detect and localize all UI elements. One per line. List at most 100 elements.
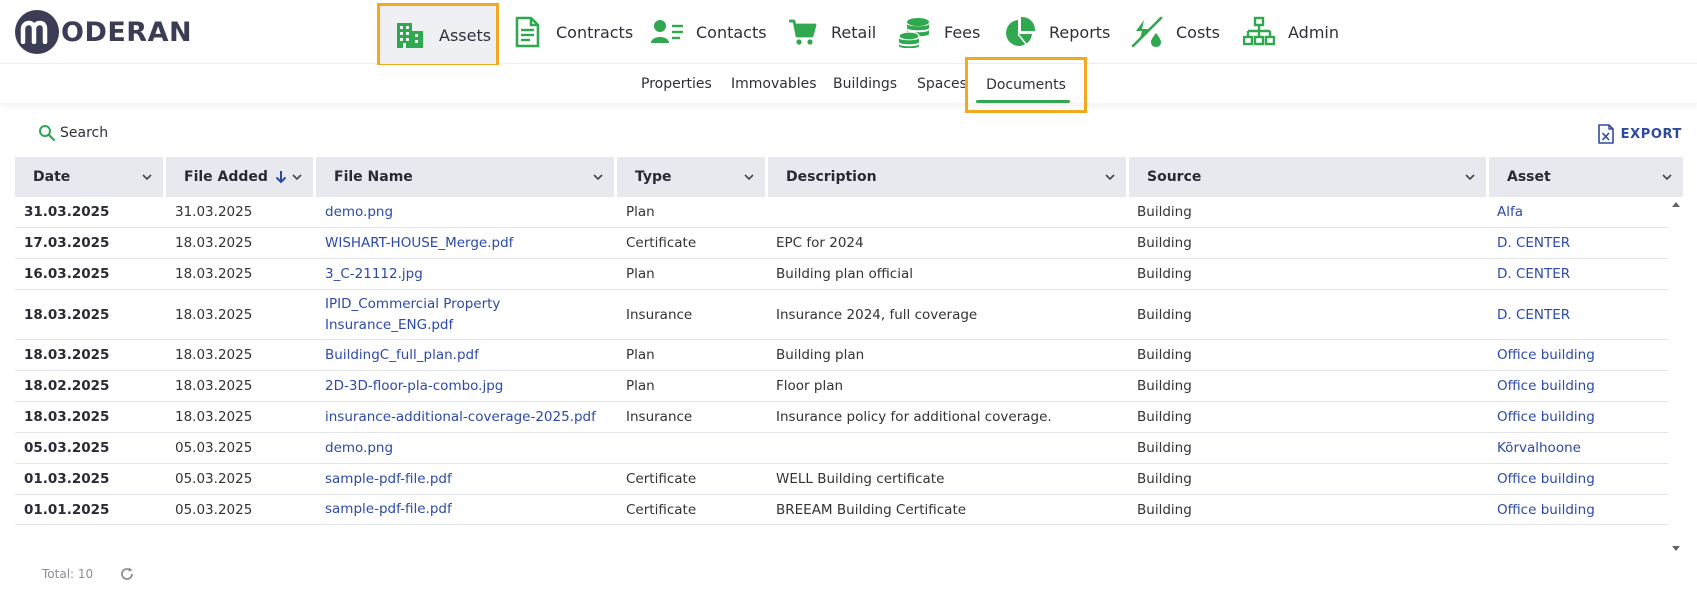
column-header-date[interactable]: Date [15,157,163,197]
chevron-down-icon[interactable] [1464,171,1476,183]
subnav-immovables[interactable]: Immovables [731,65,817,103]
nav-contracts[interactable]: Contracts [510,7,633,57]
column-header-type[interactable]: Type [617,157,765,197]
cell-file-added: 18.03.2025 [175,266,253,282]
cell-file-name[interactable]: BuildingC_full_plan.pdf [325,340,610,370]
column-header-file-name[interactable]: File Name [316,157,614,197]
table-row[interactable]: 16.03.2025 18.03.2025 3_C-21112.jpg Plan Bui… [15,259,1668,290]
cell-file-name[interactable]: demo.png [325,197,610,227]
cell-asset[interactable]: D. CENTER [1497,259,1677,289]
cell-file-added: 18.03.2025 [175,409,253,425]
cell-asset[interactable]: Office building [1497,464,1677,494]
subnav-documents-label: Documents [986,77,1066,93]
cell-description: Building plan official [776,266,914,282]
chevron-down-icon[interactable] [1661,171,1673,183]
column-title: Date [33,169,71,185]
chevron-down-icon[interactable] [141,171,153,183]
cell-file-name[interactable]: demo.png [325,433,610,463]
table-row[interactable]: 01.01.2025 05.03.2025 sample-pdf-file.pdf C… [15,495,1668,525]
cell-file-name[interactable]: IPID_Commercial Property Insurance_ENG.p… [325,290,610,339]
column-header-asset[interactable]: Asset [1489,157,1683,197]
cell-description: Floor plan [776,378,844,394]
table-row[interactable]: 18.03.2025 18.03.2025 IPID_Commercial Prop… [15,290,1668,340]
table-footer: Total: 10 [42,564,93,584]
cell-file-name[interactable]: sample-pdf-file.pdf [325,464,610,494]
cell-asset[interactable]: Kõrvalhoone [1497,433,1677,463]
brand-logo[interactable]: ODERAN [15,10,192,54]
subnav-properties[interactable]: Properties [641,65,712,103]
vertical-scrollbar[interactable] [1669,197,1683,558]
cell-type: Plan [626,378,655,394]
table-row[interactable]: 18.03.2025 18.03.2025 insurance-additional… [15,402,1668,433]
nav-label: Retail [831,22,877,42]
cell-file-name[interactable]: WISHART-HOUSE_Merge.pdf [325,228,610,258]
cell-file-name[interactable]: 3_C-21112.jpg [325,259,610,289]
chevron-down-icon[interactable] [1104,171,1116,183]
contact-card-icon [650,15,684,49]
cell-type: Plan [626,266,655,282]
cell-asset[interactable]: D. CENTER [1497,290,1677,339]
cell-asset[interactable]: Office building [1497,495,1677,524]
cell-asset[interactable]: Office building [1497,340,1677,370]
column-title: Source [1147,169,1202,185]
nav-fees[interactable]: Fees [898,7,980,57]
nav-admin[interactable]: Admin [1242,7,1339,57]
scroll-up-arrow-icon[interactable] [1672,202,1680,207]
column-header-source[interactable]: Source [1129,157,1486,197]
cell-source: Building [1137,409,1192,425]
cell-source: Building [1137,347,1192,363]
cell-date: 01.03.2025 [24,471,110,487]
cell-asset[interactable]: D. CENTER [1497,228,1677,258]
export-button[interactable]: EXPORT [1597,122,1682,146]
subnav-buildings[interactable]: Buildings [833,65,897,103]
cell-type: Insurance [626,409,693,425]
scroll-down-arrow-icon[interactable] [1672,546,1680,551]
costs-icon [1130,15,1164,49]
nav-assets[interactable]: Assets [377,3,499,67]
nav-retail[interactable]: Retail [785,7,876,57]
cell-asset[interactable]: Office building [1497,402,1677,432]
cell-source: Building [1137,235,1192,251]
chevron-down-icon[interactable] [743,171,755,183]
nav-label: Contracts [556,22,634,42]
cell-date: 16.03.2025 [24,266,110,282]
excel-file-icon [1597,124,1614,144]
nav-label: Admin [1288,22,1339,42]
cell-description: Insurance 2024, full coverage [776,306,978,323]
cell-source: Building [1137,204,1192,220]
cell-description [776,433,1126,463]
cell-asset[interactable]: Office building [1497,371,1677,401]
chevron-down-icon[interactable] [291,171,303,183]
column-header-description[interactable]: Description [768,157,1126,197]
table-row[interactable]: 18.03.2025 18.03.2025 BuildingC_full_plan.… [15,340,1668,371]
cell-asset[interactable]: Alfa [1497,197,1677,227]
nav-reports[interactable]: Reports [1003,7,1110,57]
table-row[interactable]: 18.02.2025 18.03.2025 2D-3D-floor-pla-comb… [15,371,1668,402]
sort-descending-icon[interactable] [274,170,288,184]
cell-file-added: 05.03.2025 [175,440,253,456]
table-row[interactable]: 05.03.2025 05.03.2025 demo.png Building Kõrv… [15,433,1668,464]
table-row[interactable]: 01.03.2025 05.03.2025 sample-pdf-file.pdf C… [15,464,1668,495]
subnav-documents[interactable]: Documents [965,57,1087,113]
column-title: Type [635,169,672,185]
cell-description [776,197,1126,227]
nav-contacts[interactable]: Contacts [650,7,767,57]
cell-file-name[interactable]: insurance-additional-coverage-2025.pdf [325,402,610,432]
subnav-spaces[interactable]: Spaces [917,65,967,103]
search-button[interactable]: Search [38,121,108,145]
table-row[interactable]: 17.03.2025 18.03.2025 WISHART-HOUSE_Merge.… [15,228,1668,259]
cell-description: Building plan [776,347,865,363]
cell-date: 18.03.2025 [24,409,110,425]
cell-file-name[interactable]: 2D-3D-floor-pla-combo.jpg [325,371,610,401]
nav-costs[interactable]: Costs [1130,7,1220,57]
table-row[interactable]: 31.03.2025 31.03.2025 demo.png Plan Building… [15,197,1668,228]
total-count: Total: 10 [42,567,94,581]
cell-file-added: 18.03.2025 [175,306,253,323]
logo-badge [15,10,59,54]
buildings-icon [393,18,427,52]
cell-file-name[interactable]: sample-pdf-file.pdf [325,495,610,524]
column-header-file-added[interactable]: File Added [166,157,313,197]
nav-label: Fees [944,22,981,42]
refresh-icon[interactable] [119,566,135,582]
chevron-down-icon[interactable] [592,171,604,183]
